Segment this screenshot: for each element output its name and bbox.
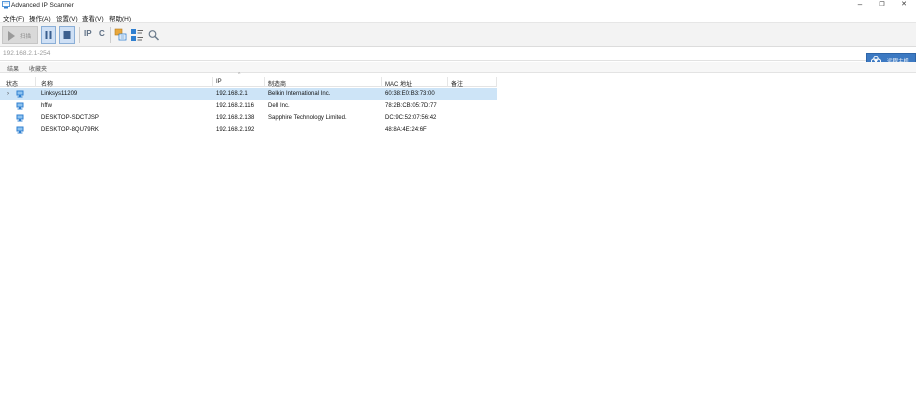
- scan-button[interactable]: 扫描: [2, 26, 38, 44]
- close-button[interactable]: ✕: [892, 0, 916, 11]
- expand-arrow-icon[interactable]: ›: [7, 91, 9, 97]
- row-ip: 192.168.2.138: [216, 114, 255, 121]
- table-row[interactable]: › Linksys11209 192.168.2.1 Belkin Intern…: [0, 88, 497, 100]
- window-title: Advanced IP Scanner: [11, 1, 74, 9]
- row-ip: 192.168.2.116: [216, 102, 254, 109]
- row-mac: 78:2B:CB:05:7D:77: [385, 102, 437, 109]
- table-row[interactable]: DESKTOP-SDCTJSP 192.168.2.138 Sapphire T…: [0, 112, 497, 124]
- title-bar: Advanced IP Scanner – ❐ ✕: [0, 0, 916, 11]
- row-name: hffw: [41, 102, 52, 109]
- app-scanner-icon: [2, 1, 10, 9]
- scan-range-input[interactable]: 192.168.2.1-254: [3, 50, 50, 57]
- column-divider[interactable]: [212, 77, 213, 87]
- computer-icon: [16, 90, 24, 98]
- column-header-ip[interactable]: IP: [216, 79, 222, 85]
- column-header-name[interactable]: 名称: [41, 79, 53, 88]
- pause-button[interactable]: [41, 26, 56, 44]
- row-mac: 60:38:E0:B3:73:00: [385, 90, 435, 97]
- column-divider[interactable]: [35, 77, 36, 87]
- table-row[interactable]: hffw 192.168.2.116 Dell Inc. 78:2B:CB:05…: [0, 100, 497, 112]
- stop-icon: [63, 31, 71, 39]
- scan-button-label: 扫描: [20, 34, 32, 40]
- column-header-mac[interactable]: MAC 地址: [385, 79, 412, 88]
- toolbar-separator: [79, 27, 80, 43]
- toolbar-separator: [110, 27, 111, 43]
- row-manufacturer: Dell Inc.: [268, 102, 290, 109]
- minimize-button[interactable]: –: [848, 0, 872, 11]
- stop-button[interactable]: [59, 26, 75, 44]
- row-mac: DC:9C:52:07:56:42: [385, 114, 437, 121]
- pause-icon: [45, 31, 52, 39]
- menu-bar: 文件(F) 操作(A) 设置(V) 查看(V) 帮助(H): [0, 11, 916, 23]
- toolbar: 扫描 IP C: [0, 22, 916, 47]
- play-icon: [8, 31, 15, 41]
- c-icon[interactable]: C: [99, 29, 105, 38]
- list-view-icon[interactable]: [130, 26, 144, 44]
- ip-icon[interactable]: IP: [84, 29, 92, 38]
- row-manufacturer: Belkin International Inc.: [268, 90, 331, 97]
- row-name: DESKTOP-SDCTJSP: [41, 114, 99, 121]
- tab-results[interactable]: 结果: [7, 64, 19, 73]
- search-icon[interactable]: [147, 26, 160, 44]
- column-divider[interactable]: [264, 77, 265, 87]
- row-name: Linksys11209: [41, 90, 78, 97]
- results-tabbar: 结果 收藏夹: [0, 62, 916, 73]
- row-ip: 192.168.2.192: [216, 126, 255, 133]
- results-table-header: 状态 名称 IP 制造商 MAC 地址 备注: [0, 77, 497, 88]
- restore-button[interactable]: ❐: [870, 0, 894, 11]
- column-divider[interactable]: [447, 77, 448, 87]
- row-name: DESKTOP-8QU79RK: [41, 126, 99, 133]
- computer-icon: [16, 126, 24, 134]
- column-divider[interactable]: [381, 77, 382, 87]
- tab-favorites[interactable]: 收藏夹: [29, 64, 47, 73]
- computer-icon: [16, 114, 24, 122]
- row-manufacturer: Sapphire Technology Limited.: [268, 114, 347, 121]
- column-header-manufacturer[interactable]: 制造商: [268, 79, 286, 88]
- scan-range-bar: 192.168.2.1-254: [0, 48, 916, 61]
- column-header-status[interactable]: 状态: [6, 79, 18, 88]
- computer-icon: [16, 102, 24, 110]
- row-mac: 48:8A:4E:24:6F: [385, 126, 427, 133]
- scan-subnet-icon[interactable]: [114, 26, 128, 44]
- column-divider[interactable]: [496, 77, 497, 87]
- table-row[interactable]: DESKTOP-8QU79RK 192.168.2.192 48:8A:4E:2…: [0, 124, 497, 136]
- column-header-note[interactable]: 备注: [451, 79, 463, 88]
- row-ip: 192.168.2.1: [216, 90, 248, 97]
